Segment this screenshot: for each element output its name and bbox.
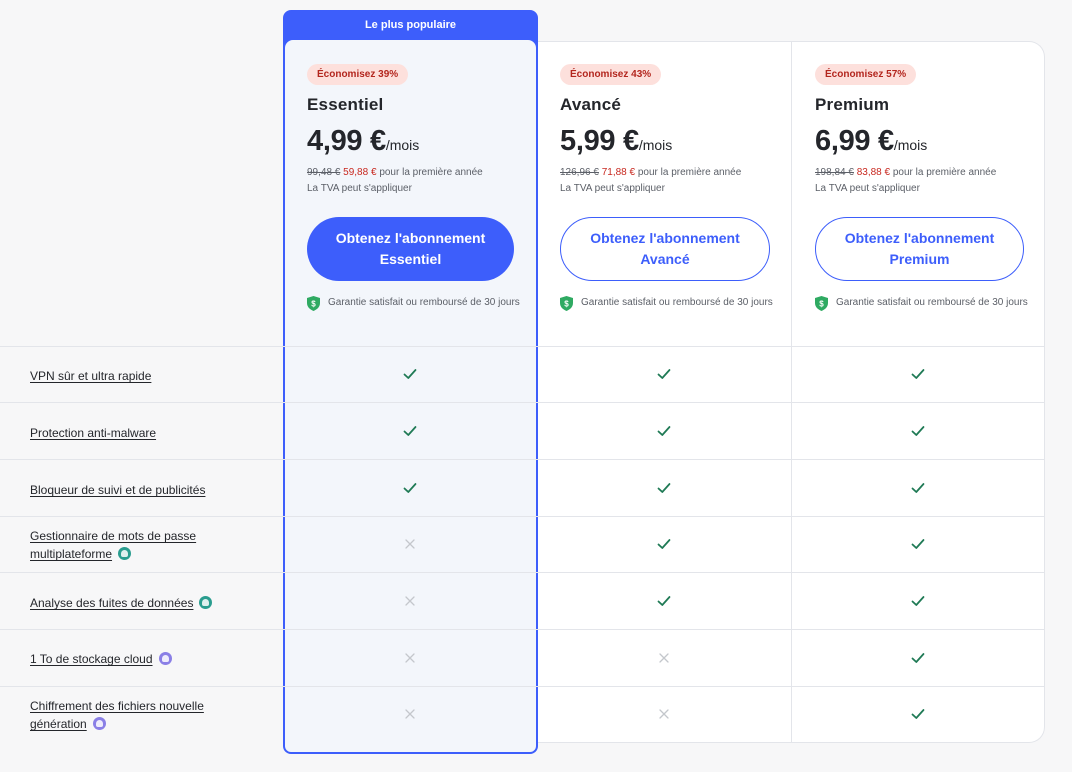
price-row: 5,99 €/mois xyxy=(560,125,780,158)
row-divider xyxy=(0,346,1044,347)
check-icon xyxy=(911,709,925,719)
feature-tracker-blocker[interactable]: Bloqueur de suivi et de publicités xyxy=(30,481,260,499)
price-suffix: pour la première année xyxy=(637,167,742,178)
discounted-price: 71,88 € xyxy=(601,167,636,178)
cross-icon xyxy=(405,709,415,719)
shield-dollar-icon: $ xyxy=(307,296,320,311)
cross-icon xyxy=(405,539,415,549)
plan-name: Avancé xyxy=(560,95,622,114)
plan-premium: Économisez 57% Premium 6,99 €/mois 198,8… xyxy=(815,64,1035,311)
feature-vpn[interactable]: VPN sûr et ultra rapide xyxy=(30,367,260,385)
plan-avance: Économisez 43% Avancé 5,99 €/mois 126,96… xyxy=(560,64,780,311)
price-period: /mois xyxy=(385,137,420,153)
guarantee: $ Garantie satisfait ou remboursé de 30 … xyxy=(307,295,527,311)
discounted-price: 83,88 € xyxy=(856,167,891,178)
savings-badge: Économisez 57% xyxy=(815,64,917,85)
old-price: 198,84 € xyxy=(815,167,854,178)
check-icon xyxy=(657,426,671,436)
price-period: /mois xyxy=(893,137,928,153)
get-premium-button[interactable]: Obtenez l'abonnement Premium xyxy=(815,217,1024,281)
check-icon xyxy=(657,539,671,549)
vat-note: La TVA peut s'appliquer xyxy=(560,183,665,194)
check-icon xyxy=(911,653,925,663)
check-icon xyxy=(911,483,925,493)
old-price: 126,96 € xyxy=(560,167,599,178)
feature-anti-malware[interactable]: Protection anti-malware xyxy=(30,424,260,442)
guarantee-text: Garantie satisfait ou remboursé de 30 jo… xyxy=(836,297,1028,308)
row-divider xyxy=(0,402,1044,403)
check-icon xyxy=(911,539,925,549)
plan-essentiel: Économisez 39% Essentiel 4,99 €/mois 99,… xyxy=(307,64,527,311)
row-divider xyxy=(0,516,1044,517)
price-note: 126,96 € 71,88 € pour la première année … xyxy=(560,165,780,197)
get-essentiel-button[interactable]: Obtenez l'abonnement Essentiel xyxy=(307,217,514,281)
plan-name: Premium xyxy=(815,95,890,114)
column-divider xyxy=(791,42,792,742)
guarantee-text: Garantie satisfait ou remboursé de 30 jo… xyxy=(581,297,773,308)
guarantee-text: Garantie satisfait ou remboursé de 30 jo… xyxy=(328,297,520,308)
row-divider xyxy=(0,629,1044,630)
cross-icon xyxy=(405,596,415,606)
price-row: 4,99 €/mois xyxy=(307,125,527,158)
row-divider xyxy=(0,572,1044,573)
row-divider xyxy=(0,459,1044,460)
svg-text:$: $ xyxy=(564,300,569,309)
check-icon xyxy=(911,369,925,379)
vat-note: La TVA peut s'appliquer xyxy=(815,183,920,194)
feature-data-breach-scan[interactable]: Analyse des fuites de données xyxy=(30,594,260,612)
feature-password-manager[interactable]: Gestionnaire de mots de passe multiplate… xyxy=(30,527,230,563)
data-breach-addon-icon xyxy=(199,596,213,609)
cloud-storage-addon-icon xyxy=(158,652,172,665)
price-period: /mois xyxy=(638,137,673,153)
password-manager-addon-icon xyxy=(118,547,132,560)
check-icon xyxy=(911,426,925,436)
row-divider xyxy=(0,686,1044,687)
check-icon xyxy=(657,483,671,493)
cross-icon xyxy=(659,653,669,663)
check-icon xyxy=(657,596,671,606)
check-icon xyxy=(911,596,925,606)
price-note: 198,84 € 83,88 € pour la première année … xyxy=(815,165,1035,197)
feature-cloud-storage[interactable]: 1 To de stockage cloud xyxy=(30,650,260,668)
guarantee: $ Garantie satisfait ou remboursé de 30 … xyxy=(815,295,1035,311)
check-icon xyxy=(657,369,671,379)
old-price: 99,48 € xyxy=(307,167,341,178)
most-popular-label: Le plus populaire xyxy=(364,19,457,31)
file-encryption-addon-icon xyxy=(92,717,106,730)
check-icon xyxy=(403,369,417,379)
price-suffix: pour la première année xyxy=(892,167,997,178)
price-suffix: pour la première année xyxy=(379,167,483,178)
get-avance-button[interactable]: Obtenez l'abonnement Avancé xyxy=(560,217,770,281)
check-icon xyxy=(403,426,417,436)
plan-name: Essentiel xyxy=(307,95,384,114)
svg-text:$: $ xyxy=(311,300,316,309)
cross-icon xyxy=(659,709,669,719)
price-row: 6,99 €/mois xyxy=(815,125,1035,158)
guarantee: $ Garantie satisfait ou remboursé de 30 … xyxy=(560,295,780,311)
savings-badge: Économisez 43% xyxy=(560,64,662,85)
svg-text:$: $ xyxy=(819,300,824,309)
shield-dollar-icon: $ xyxy=(815,296,828,311)
savings-badge: Économisez 39% xyxy=(307,64,409,85)
feature-file-encryption[interactable]: Chiffrement des fichiers nouvelle généra… xyxy=(30,697,230,733)
monthly-price: 6,99 € xyxy=(815,125,894,157)
discounted-price: 59,88 € xyxy=(343,167,377,178)
vat-note: La TVA peut s'appliquer xyxy=(307,183,412,194)
price-note: 99,48 € 59,88 € pour la première année L… xyxy=(307,165,527,197)
cross-icon xyxy=(405,653,415,663)
shield-dollar-icon: $ xyxy=(560,296,573,311)
monthly-price: 5,99 € xyxy=(560,125,639,157)
check-icon xyxy=(403,483,417,493)
monthly-price: 4,99 € xyxy=(307,125,386,157)
